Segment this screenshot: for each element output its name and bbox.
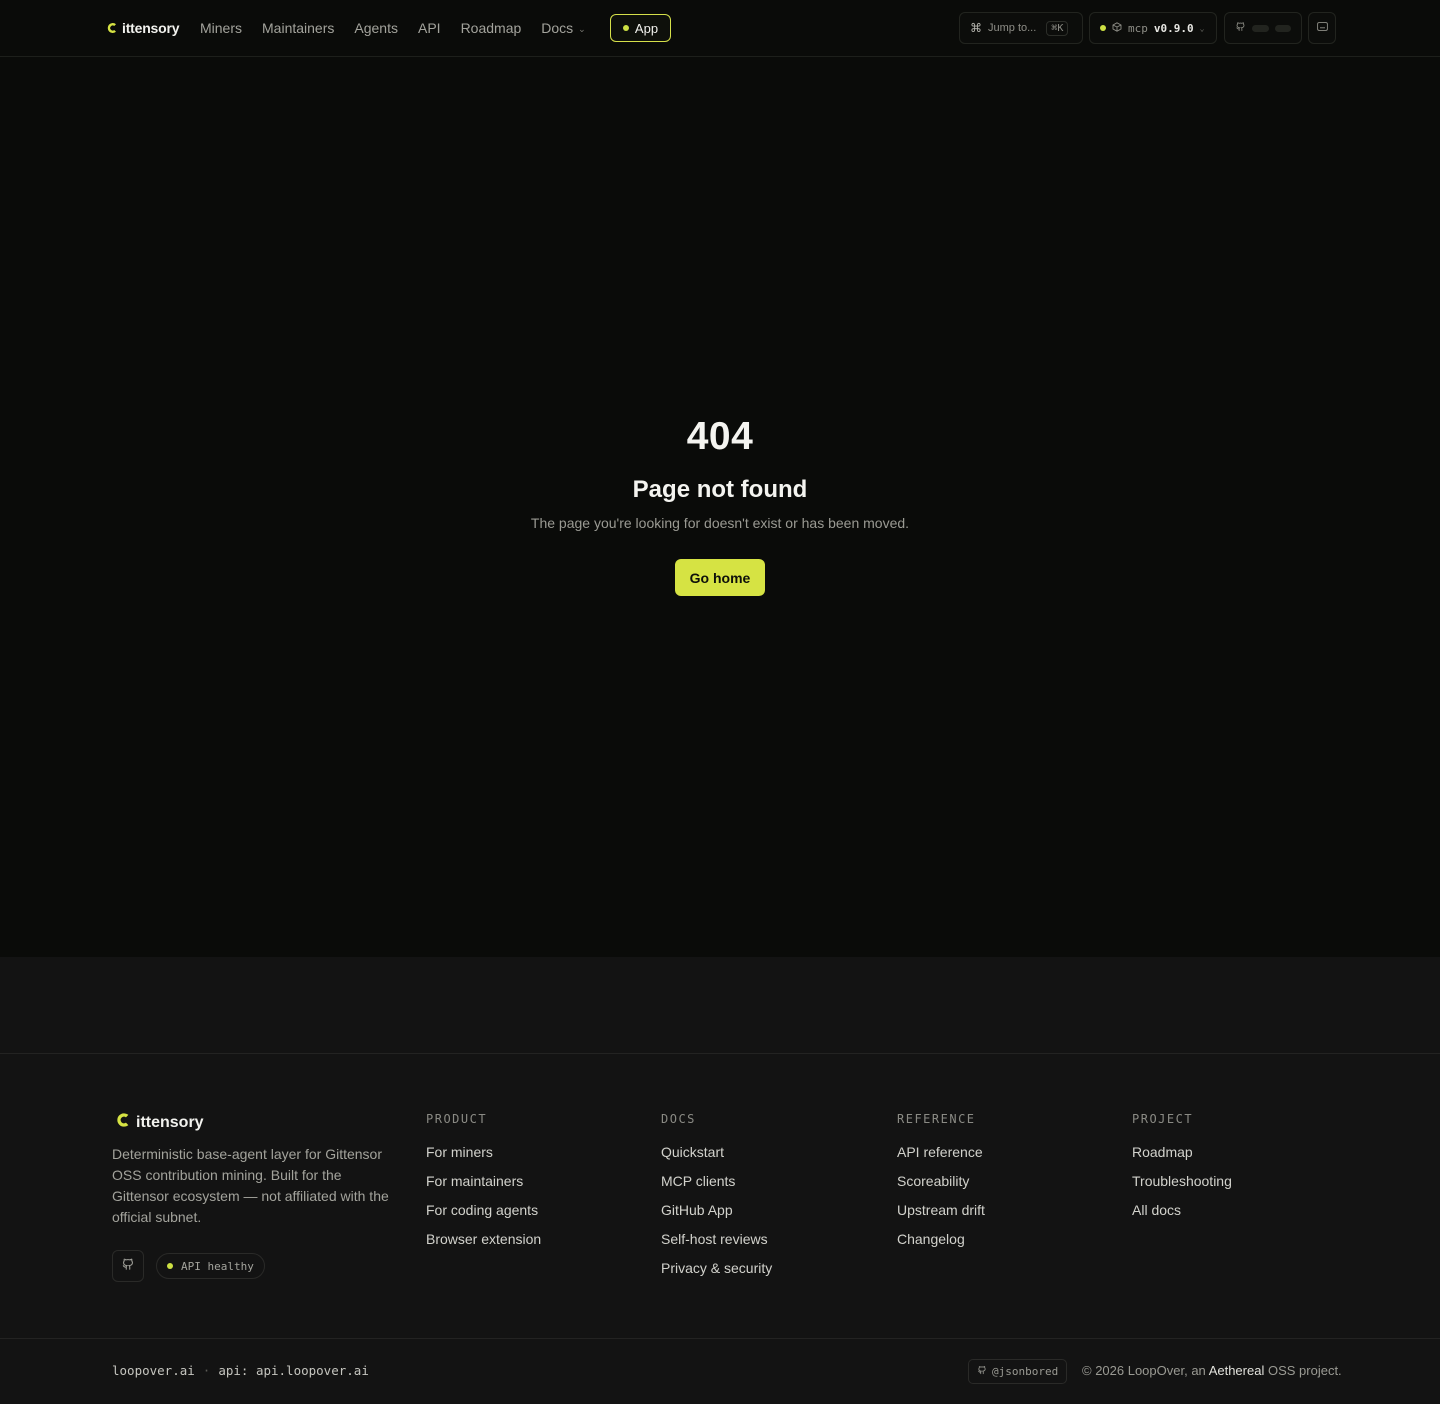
- github-icon: [977, 1365, 987, 1378]
- footer-link[interactable]: Upstream drift: [897, 1196, 985, 1225]
- github-icon: [1235, 21, 1246, 35]
- footer-link[interactable]: Privacy & security: [661, 1254, 772, 1283]
- footer-link[interactable]: Browser extension: [426, 1225, 541, 1254]
- copyright: © 2026 LoopOver, an Aethereal OSS projec…: [1082, 1363, 1342, 1378]
- nav-item-miners[interactable]: Miners: [200, 20, 242, 36]
- mcp-label: mcp: [1128, 21, 1148, 35]
- app-button[interactable]: App: [610, 14, 671, 42]
- brand-name: ittensory: [122, 20, 180, 36]
- footer-link[interactable]: MCP clients: [661, 1167, 772, 1196]
- mcp-version: v0.9.0: [1153, 21, 1194, 35]
- footer-link[interactable]: Changelog: [897, 1225, 985, 1254]
- brand-logo-icon: [115, 1112, 131, 1133]
- nav-item-roadmap[interactable]: Roadmap: [461, 20, 522, 36]
- github-icon: [121, 1257, 135, 1276]
- footer-link[interactable]: For miners: [426, 1138, 541, 1167]
- footer-brand-name: ittensory: [136, 1113, 204, 1131]
- copyright-prefix: © 2026 LoopOver, an: [1082, 1363, 1206, 1378]
- stars-placeholder: [1252, 24, 1269, 32]
- footer-description: Deterministic base-agent layer for Gitte…: [112, 1146, 389, 1225]
- github-stars-button[interactable]: [1224, 12, 1302, 44]
- copyright-suffix: OSS project.: [1267, 1363, 1342, 1378]
- footer-link[interactable]: API reference: [897, 1138, 985, 1167]
- package-icon: [1112, 21, 1122, 35]
- mcp-version-selector[interactable]: mcp v0.9.0 ⌄: [1089, 12, 1217, 44]
- footer-column-project: PROJECT Roadmap Troubleshooting All docs: [1132, 1112, 1232, 1225]
- status-dot-icon: [622, 25, 629, 31]
- mcp-status-dot-icon: [1100, 25, 1106, 31]
- keyboard-icon: [1316, 22, 1328, 34]
- footer-bottom-divider: [0, 1338, 1440, 1339]
- footer-column-reference: REFERENCE API reference Scoreability Ups…: [897, 1112, 985, 1254]
- command-icon: ⌘: [970, 21, 982, 35]
- jump-to-button[interactable]: ⌘ Jump to... ⌘K: [959, 12, 1083, 44]
- footer-link[interactable]: Quickstart: [661, 1138, 772, 1167]
- app-button-label: App: [634, 20, 659, 36]
- site-footer: ittensory Deterministic base-agent layer…: [0, 957, 1440, 1404]
- footer-link[interactable]: For coding agents: [426, 1196, 541, 1225]
- chevron-down-icon: ⌄: [1199, 23, 1205, 33]
- api-status-dot-icon: [167, 1263, 173, 1269]
- brand-logo-icon: [106, 22, 118, 34]
- page-subtitle: The page you're looking for doesn't exis…: [530, 515, 910, 531]
- jump-shortcut: ⌘K: [1046, 20, 1069, 36]
- page-title: Page not found: [632, 476, 808, 503]
- author-handle: @jsonbored: [992, 1365, 1059, 1378]
- nav-item-maintainers[interactable]: Maintainers: [262, 20, 334, 36]
- footer-link[interactable]: Roadmap: [1132, 1138, 1232, 1167]
- footer-brand[interactable]: ittensory: [115, 1112, 204, 1133]
- api-domain-link[interactable]: api: api.loopover.ai: [218, 1363, 369, 1378]
- nav-item-agents[interactable]: Agents: [354, 20, 398, 36]
- chevron-down-icon: ⌄: [578, 23, 586, 34]
- domain-link[interactable]: loopover.ai: [112, 1363, 195, 1378]
- footer-column-title: PROJECT: [1132, 1112, 1194, 1126]
- go-home-button[interactable]: Go home: [675, 559, 765, 596]
- footer-link[interactable]: Scoreability: [897, 1167, 985, 1196]
- keyboard-shortcuts-button[interactable]: [1308, 12, 1336, 44]
- forks-placeholder: [1274, 24, 1291, 32]
- brand-logo[interactable]: ittensory: [106, 18, 180, 38]
- nav-item-docs-label: Docs: [541, 20, 574, 36]
- separator: ·: [202, 1363, 211, 1378]
- footer-github-button[interactable]: [112, 1250, 144, 1282]
- footer-link[interactable]: Self-host reviews: [661, 1225, 772, 1254]
- footer-column-title: REFERENCE: [897, 1112, 976, 1126]
- footer-column-docs: DOCS Quickstart MCP clients GitHub App S…: [661, 1112, 772, 1283]
- main-nav: Miners Maintainers Agents API Roadmap Do…: [200, 18, 586, 38]
- footer-column-title: PRODUCT: [426, 1112, 488, 1126]
- footer-link[interactable]: Troubleshooting: [1132, 1167, 1232, 1196]
- error-code: 404: [686, 415, 754, 458]
- footer-bottom-left: loopover.ai · api: api.loopover.ai: [112, 1363, 369, 1378]
- not-found-section: 404 Page not found The page you're looki…: [0, 57, 1440, 957]
- nav-item-api[interactable]: API: [418, 20, 441, 36]
- jump-to-label: Jump to...: [988, 22, 1037, 34]
- top-header: ittensory Miners Maintainers Agents API …: [0, 0, 1440, 57]
- footer-link[interactable]: For maintainers: [426, 1167, 541, 1196]
- api-status-label: API healthy: [181, 1259, 254, 1273]
- footer-column-product: PRODUCT For miners For maintainers For c…: [426, 1112, 541, 1254]
- footer-divider: [0, 1053, 1440, 1054]
- author-handle-link[interactable]: @jsonbored: [968, 1359, 1068, 1384]
- footer-column-title: DOCS: [661, 1112, 696, 1126]
- org-link[interactable]: Aethereal: [1209, 1363, 1265, 1378]
- nav-item-docs[interactable]: Docs ⌄: [541, 20, 585, 36]
- footer-link[interactable]: All docs: [1132, 1196, 1232, 1225]
- footer-link[interactable]: GitHub App: [661, 1196, 772, 1225]
- api-status-badge[interactable]: API healthy: [156, 1253, 265, 1279]
